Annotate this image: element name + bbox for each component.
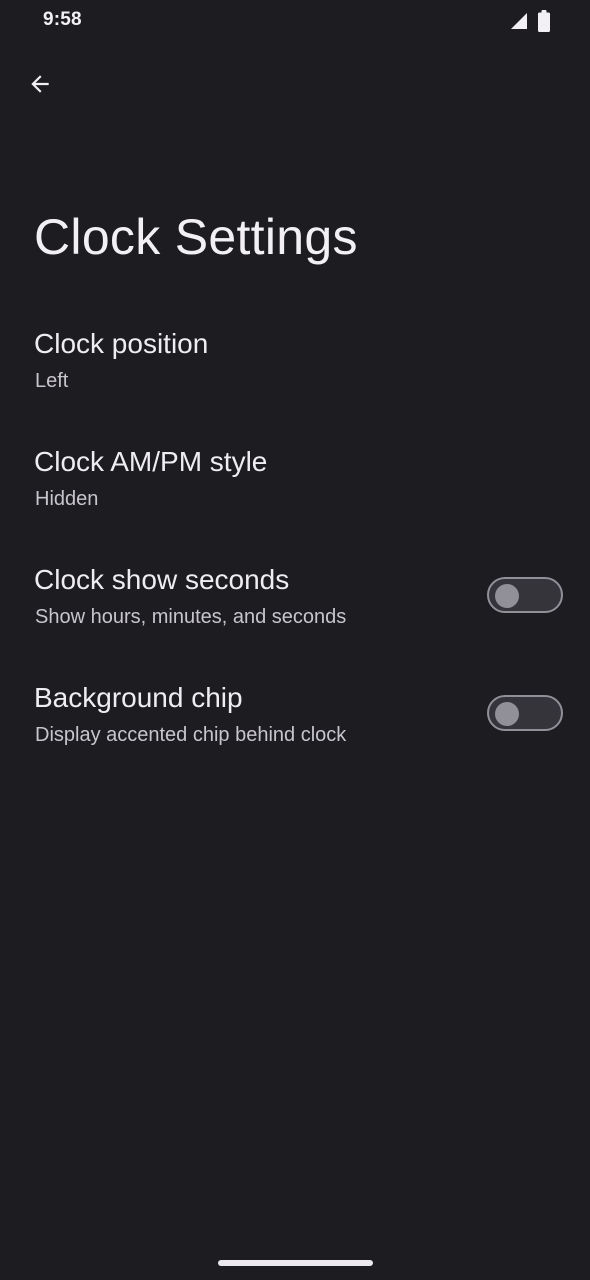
setting-summary: Show hours, minutes, and seconds xyxy=(35,606,347,628)
setting-title: Clock position xyxy=(34,328,209,359)
status-time: 9:58 xyxy=(43,9,82,30)
setting-summary: Hidden xyxy=(35,488,99,510)
setting-summary: Display accented chip behind clock xyxy=(35,724,347,746)
arrow-back-icon xyxy=(31,75,49,93)
battery-icon xyxy=(538,10,550,32)
back-button[interactable] xyxy=(20,64,60,104)
setting-clock-ampm-style[interactable]: Clock AM/PM style Hidden xyxy=(0,433,590,551)
setting-title: Background chip xyxy=(34,682,243,713)
status-bar: 9:58 xyxy=(0,0,590,44)
gesture-nav-handle[interactable] xyxy=(218,1260,373,1266)
setting-clock-position[interactable]: Clock position Left xyxy=(0,315,590,433)
signal-icon xyxy=(511,13,527,29)
setting-summary: Left xyxy=(35,370,69,392)
page-title: Clock Settings xyxy=(34,209,358,265)
setting-title: Clock AM/PM style xyxy=(34,446,268,477)
toggle-knob xyxy=(495,584,519,608)
clock-show-seconds-toggle[interactable] xyxy=(487,577,563,613)
toggle-knob xyxy=(495,702,519,726)
background-chip-toggle[interactable] xyxy=(487,695,563,731)
setting-title: Clock show seconds xyxy=(34,564,290,595)
